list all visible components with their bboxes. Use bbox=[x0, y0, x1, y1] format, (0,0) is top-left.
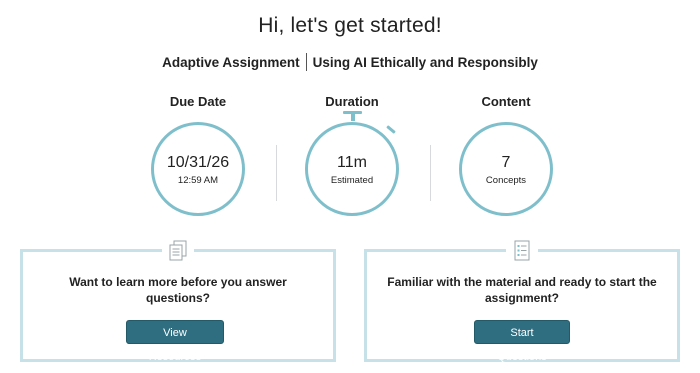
stat-separator bbox=[276, 145, 277, 201]
page-title: Hi, let's get started! bbox=[258, 14, 442, 37]
assignment-name: Using AI Ethically and Responsibly bbox=[312, 54, 538, 70]
content-stat: Content 7 Concepts bbox=[446, 94, 566, 216]
stat-separator bbox=[430, 145, 431, 201]
assignment-heading: Adaptive Assignment Using AI Ethically a… bbox=[0, 53, 700, 71]
duration-stat: Duration 11m Estimated bbox=[292, 94, 412, 216]
start-questions-button[interactable]: Start Questions bbox=[474, 320, 570, 363]
stopwatch-icon: 11m Estimated bbox=[305, 122, 399, 216]
content-circle: 7 Concepts bbox=[459, 122, 553, 216]
checklist-icon bbox=[506, 238, 538, 264]
view-resources-button[interactable]: View Resources bbox=[126, 320, 224, 363]
duration-value: 11m bbox=[337, 153, 367, 171]
content-sub: Concepts bbox=[485, 174, 527, 186]
questions-prompt: Familiar with the material and ready to … bbox=[387, 275, 657, 305]
due-time-value: 12:59 AM bbox=[177, 174, 219, 186]
due-date-stat: Due Date 10/31/26 12:59 AM bbox=[138, 94, 258, 216]
stopwatch-stem bbox=[351, 113, 355, 121]
resources-card: Want to learn more before you answer que… bbox=[20, 238, 336, 363]
due-date-label: Due Date bbox=[169, 94, 227, 109]
documents-icon bbox=[162, 238, 194, 264]
resources-prompt: Want to learn more before you answer que… bbox=[69, 275, 287, 305]
due-date-circle: 10/31/26 12:59 AM bbox=[151, 122, 245, 216]
heading-divider bbox=[305, 53, 307, 71]
questions-card: Familiar with the material and ready to … bbox=[364, 238, 680, 363]
due-date-value: 10/31/26 bbox=[166, 153, 230, 171]
assignment-type: Adaptive Assignment bbox=[162, 54, 300, 70]
stopwatch-side-button bbox=[386, 125, 396, 134]
duration-sub: Estimated bbox=[330, 174, 374, 186]
content-label: Content bbox=[481, 94, 531, 109]
duration-label: Duration bbox=[325, 94, 379, 109]
content-value: 7 bbox=[501, 153, 511, 171]
